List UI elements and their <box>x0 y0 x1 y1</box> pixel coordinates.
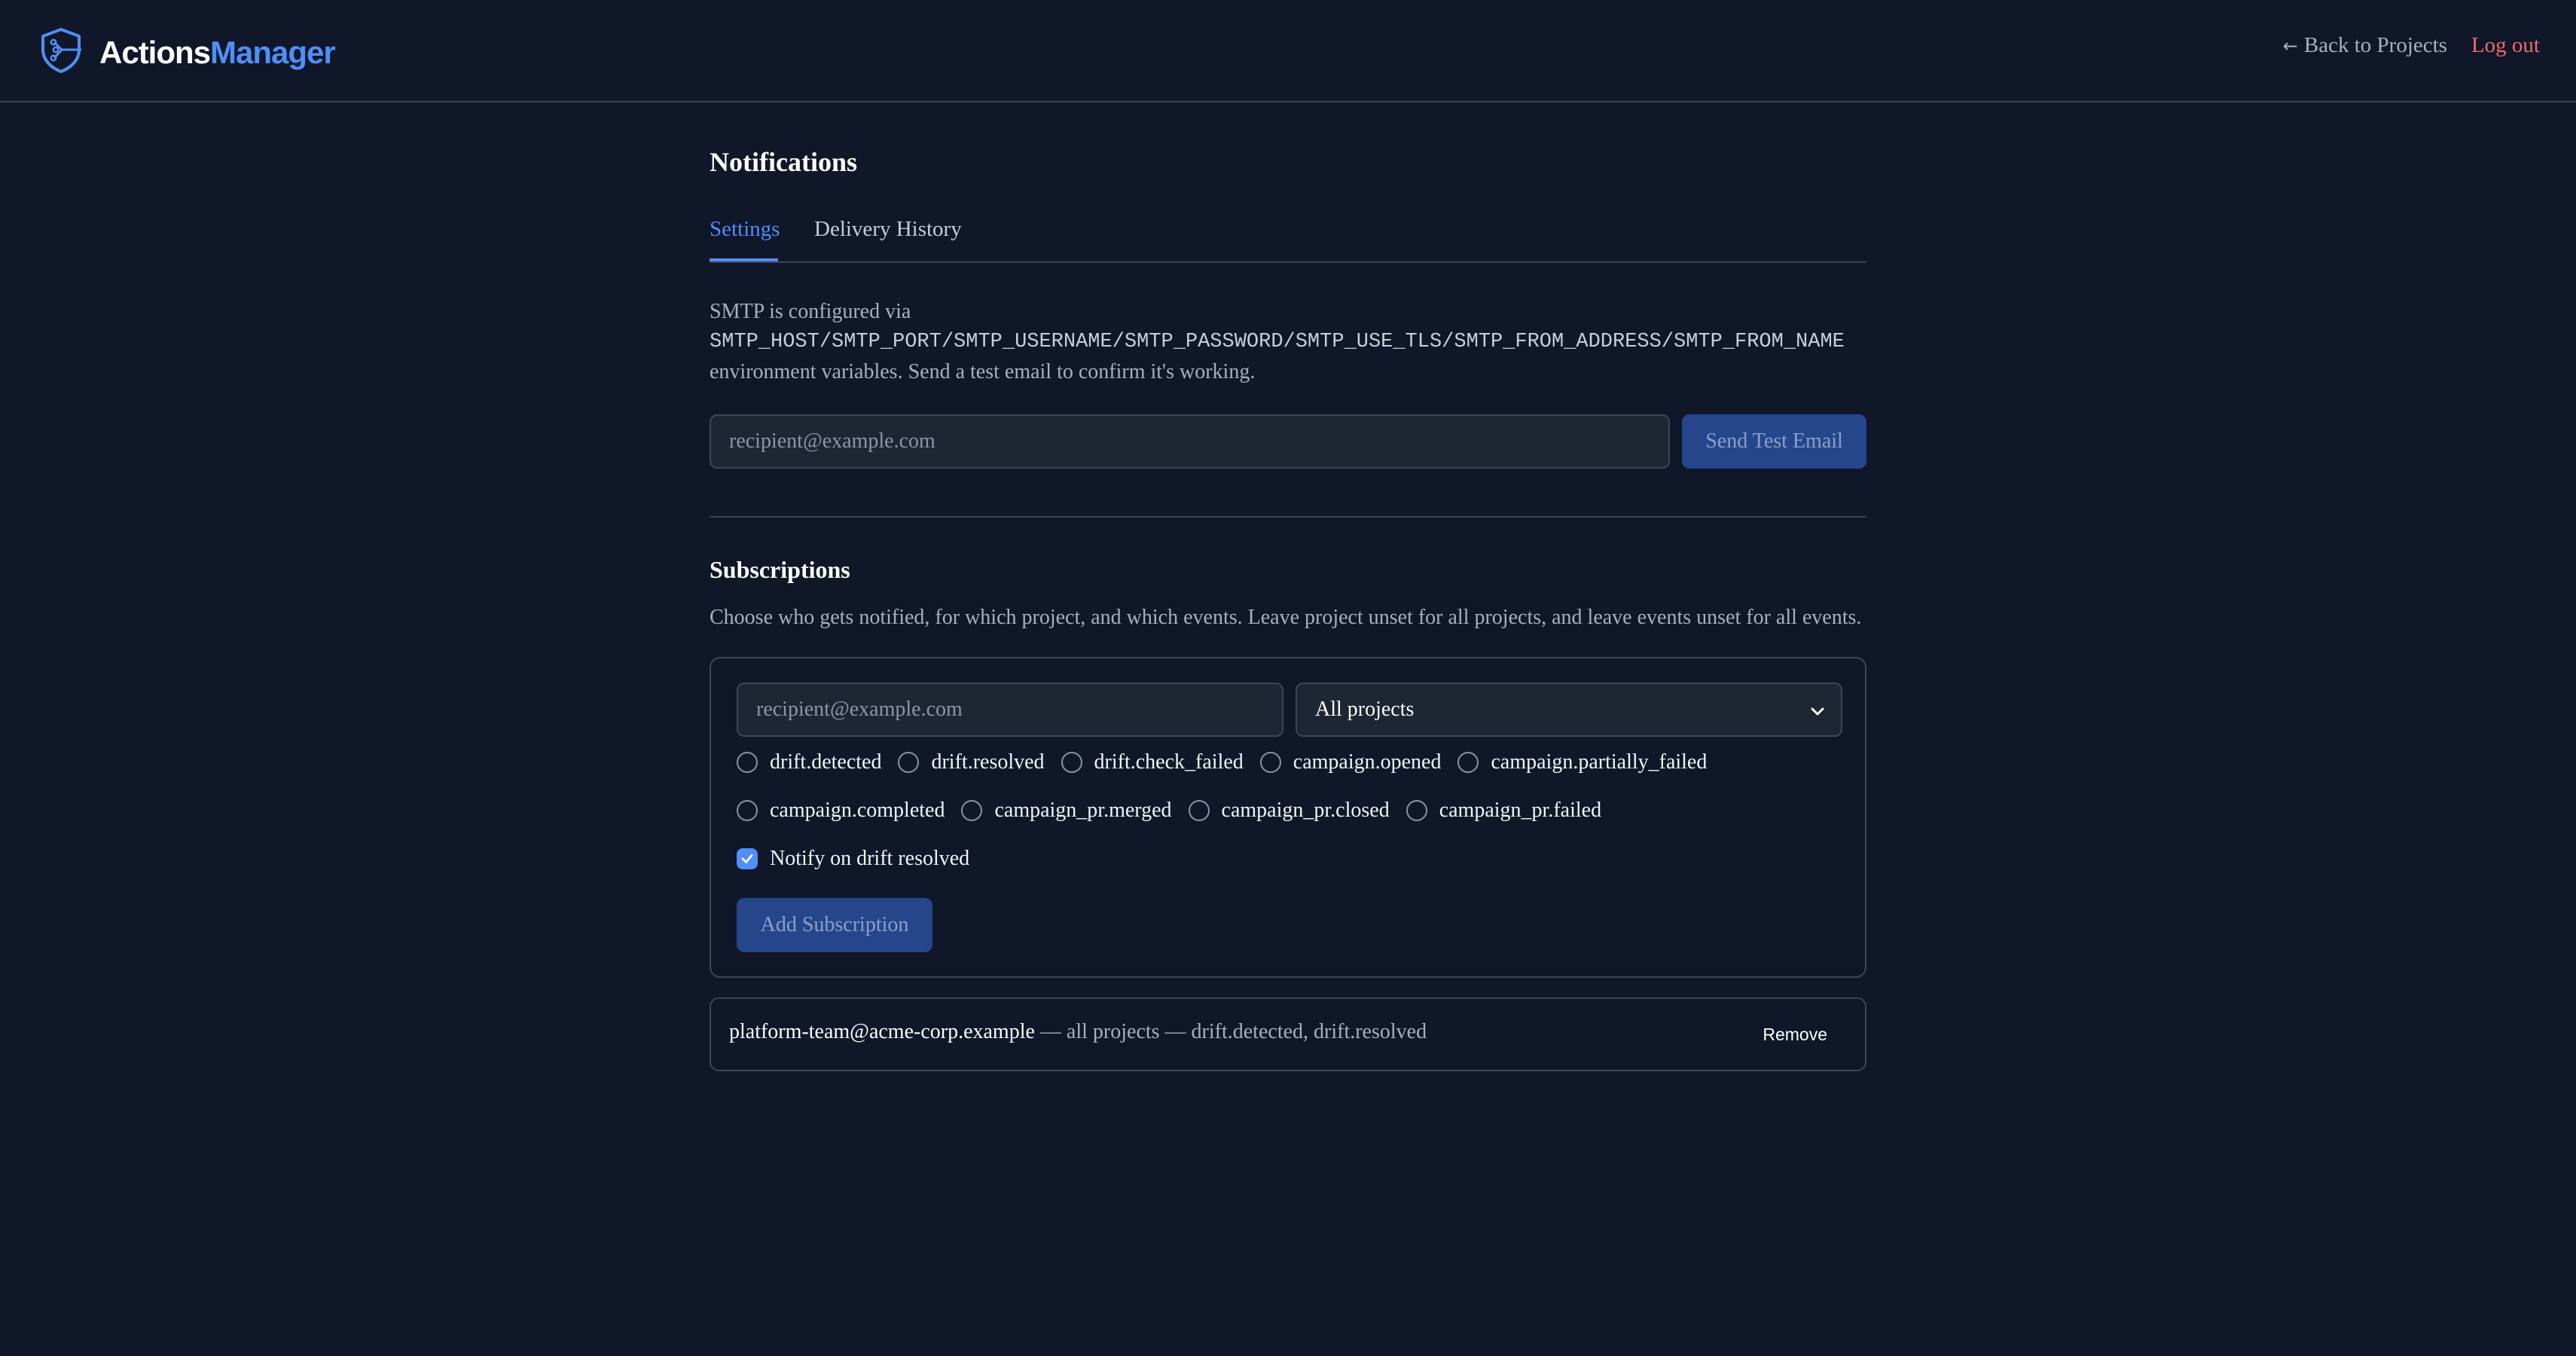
event-label: campaign_pr.merged <box>994 799 1172 822</box>
tab-divider <box>710 261 1866 263</box>
checkbox[interactable] <box>737 800 758 821</box>
section-divider <box>710 516 1866 518</box>
notify-drift-resolved-label: Notify on drift resolved <box>770 847 970 870</box>
checkbox[interactable] <box>737 752 758 773</box>
smtp-intro: SMTP is configured via <box>710 300 911 323</box>
event-checkbox-campaign-pr-failed[interactable]: campaign_pr.failed <box>1406 799 1601 823</box>
subscription-email: platform-team@acme-corp.example <box>729 1020 1035 1043</box>
remove-subscription-button[interactable]: Remove <box>1744 1015 1845 1053</box>
event-checkbox-campaign-pr-closed[interactable]: campaign_pr.closed <box>1188 799 1390 823</box>
checkmark-icon <box>741 854 753 863</box>
top-bar: ActionsManager ← Back to Projects Log ou… <box>0 0 2576 102</box>
event-checkbox-row: drift.detected drift.resolved drift.chec… <box>737 750 1723 774</box>
checkbox-checked[interactable] <box>737 848 758 869</box>
checkbox[interactable] <box>898 752 920 773</box>
brand[interactable]: ActionsManager <box>39 27 336 78</box>
subscription-details: — all projects — drift.detected, drift.r… <box>1034 1020 1427 1043</box>
event-checkbox-row: campaign.completed campaign_pr.merged ca… <box>737 799 1618 823</box>
checkbox[interactable] <box>1259 752 1281 773</box>
checkbox[interactable] <box>1406 800 1427 821</box>
event-label: campaign.opened <box>1293 750 1442 774</box>
chevron-down-icon <box>1811 707 1824 716</box>
event-label: campaign_pr.failed <box>1439 799 1602 822</box>
event-checkbox-campaign-completed[interactable]: campaign.completed <box>737 799 945 823</box>
brand-name-part1: Actions <box>99 34 211 70</box>
send-test-email-button[interactable]: Send Test Email <box>1682 414 1866 469</box>
add-subscription-form: recipient@example.com All projects drift… <box>710 657 1866 978</box>
brand-name: ActionsManager <box>99 34 336 71</box>
test-email-placeholder: recipient@example.com <box>729 429 935 453</box>
smtp-env-vars: SMTP_HOST/SMTP_PORT/SMTP_USERNAME/SMTP_P… <box>710 331 1845 353</box>
subscription-summary: platform-team@acme-corp.example — all pr… <box>729 1020 1427 1044</box>
subscriptions-description: Choose who gets notified, for which proj… <box>710 606 1862 629</box>
checkbox[interactable] <box>1457 752 1479 773</box>
back-to-projects-label: Back to Projects <box>2303 33 2447 57</box>
checkbox[interactable] <box>961 800 983 821</box>
subscription-email-placeholder: recipient@example.com <box>756 698 963 721</box>
event-label: drift.check_failed <box>1094 750 1244 774</box>
add-subscription-button[interactable]: Add Subscription <box>737 898 932 952</box>
event-label: campaign_pr.closed <box>1221 799 1390 822</box>
subscription-email-input[interactable]: recipient@example.com <box>737 683 1283 737</box>
page-title: Notifications <box>710 147 857 177</box>
event-checkbox-campaign-pr-merged[interactable]: campaign_pr.merged <box>961 799 1172 823</box>
notify-resolved-row: Notify on drift resolved <box>737 847 986 871</box>
brand-name-part2: Manager <box>210 34 336 70</box>
shield-circuit-icon <box>39 27 83 78</box>
project-select[interactable]: All projects <box>1296 683 1842 737</box>
test-email-input[interactable]: recipient@example.com <box>710 414 1670 469</box>
tab-settings[interactable]: Settings <box>710 217 780 242</box>
notify-drift-resolved-checkbox[interactable]: Notify on drift resolved <box>737 847 969 871</box>
event-label: drift.resolved <box>931 750 1045 774</box>
checkbox[interactable] <box>1188 800 1210 821</box>
back-to-projects-link[interactable]: ← Back to Projects <box>2283 33 2447 58</box>
event-checkbox-campaign-partially-failed[interactable]: campaign.partially_failed <box>1457 750 1707 774</box>
top-nav: ← Back to Projects Log out <box>2283 33 2540 58</box>
checkbox[interactable] <box>1061 752 1082 773</box>
logout-link[interactable]: Log out <box>2471 33 2540 58</box>
event-label: campaign.partially_failed <box>1491 750 1708 774</box>
project-select-value: All projects <box>1315 698 1415 721</box>
event-checkbox-drift-detected[interactable]: drift.detected <box>737 750 881 774</box>
subscriptions-title: Subscriptions <box>710 556 850 583</box>
smtp-info: SMTP is configured via SMTP_HOST/SMTP_PO… <box>710 297 1866 387</box>
event-checkbox-drift-check-failed[interactable]: drift.check_failed <box>1061 750 1244 774</box>
event-checkbox-drift-resolved[interactable]: drift.resolved <box>898 750 1045 774</box>
event-checkbox-campaign-opened[interactable]: campaign.opened <box>1259 750 1442 774</box>
event-label: campaign.completed <box>770 799 945 822</box>
event-label: drift.detected <box>770 750 882 774</box>
arrow-left-icon: ← <box>2282 35 2298 56</box>
smtp-outro: environment variables. Send a test email… <box>710 360 1256 383</box>
tab-delivery-history[interactable]: Delivery History <box>814 217 962 242</box>
subscription-list-item: platform-team@acme-corp.example — all pr… <box>710 997 1866 1071</box>
